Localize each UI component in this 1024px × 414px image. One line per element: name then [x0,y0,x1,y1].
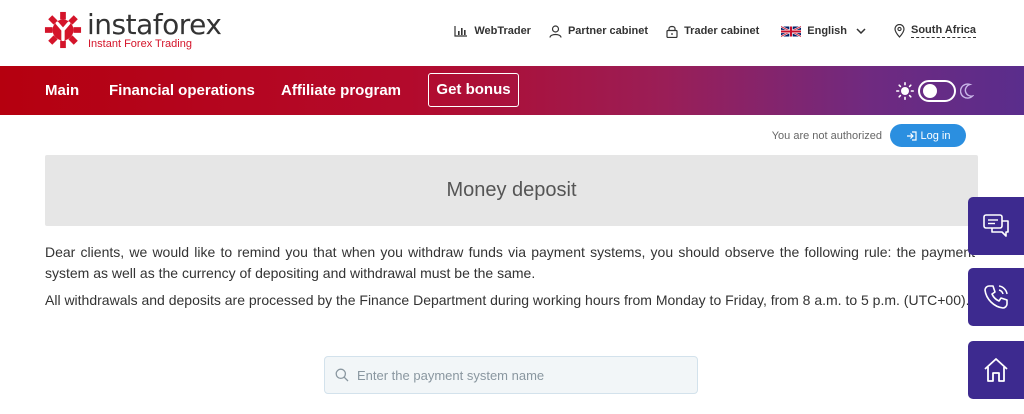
auth-bar: You are not authorized Log in [772,124,966,147]
nav-item-main[interactable]: Main [45,66,79,115]
logo-icon [44,11,82,49]
top-navigation: WebTrader Partner cabinet Trader cabinet [436,22,976,40]
lock-icon [666,25,678,38]
page-title: Money deposit [446,179,577,201]
search-icon [335,368,349,382]
partner-cabinet-label: Partner cabinet [567,25,649,37]
info-paragraph-rule: Dear clients, we would like to remind yo… [45,244,975,281]
theme-switcher [896,80,974,102]
moon-icon [960,83,974,99]
logo[interactable]: instaforex Instant Forex Trading [44,8,222,50]
title-banner: Money deposit [45,155,978,226]
user-icon [549,24,562,38]
chat-icon [983,214,1009,237]
phone-icon [984,285,1008,309]
auth-status-text: You are not authorized [771,129,882,142]
sun-icon [896,82,914,100]
partner-cabinet-link[interactable]: Partner cabinet [549,24,649,38]
brand-name: instaforex [87,8,222,41]
login-button[interactable]: Log in [890,124,966,147]
chart-icon [454,26,468,37]
webtrader-label: WebTrader [474,25,531,37]
login-label: Log in [920,129,951,142]
nav-item-financial-operations[interactable]: Financial operations [109,66,255,115]
info-paragraph-hours: All withdrawals and deposits are process… [45,292,970,308]
region-selector[interactable]: South Africa [894,24,976,38]
get-bonus-button[interactable]: Get bonus [428,73,519,107]
chat-button[interactable] [968,197,1024,255]
location-pin-icon [894,24,905,38]
brand-tagline: Instant Forex Trading [88,38,192,50]
region-label: South Africa [911,24,976,38]
payment-search-input[interactable] [357,367,677,383]
language-selector[interactable]: English [781,25,872,38]
uk-flag-icon [781,25,802,37]
nav-item-affiliate-program[interactable]: Affiliate program [281,66,401,115]
chevron-down-icon [856,28,866,34]
main-navigation: Main Financial operations Affiliate prog… [0,66,1024,115]
payment-search [324,356,698,394]
home-button[interactable] [968,341,1024,399]
webtrader-link[interactable]: WebTrader [454,25,531,37]
callback-button[interactable] [968,268,1024,326]
trader-cabinet-link[interactable]: Trader cabinet [666,25,759,38]
login-icon [906,130,917,141]
theme-toggle[interactable] [918,80,956,102]
home-icon [984,358,1008,382]
trader-cabinet-label: Trader cabinet [684,25,760,37]
top-bar: instaforex Instant Forex Trading WebTrad… [0,0,1024,66]
language-label: English [807,25,847,37]
